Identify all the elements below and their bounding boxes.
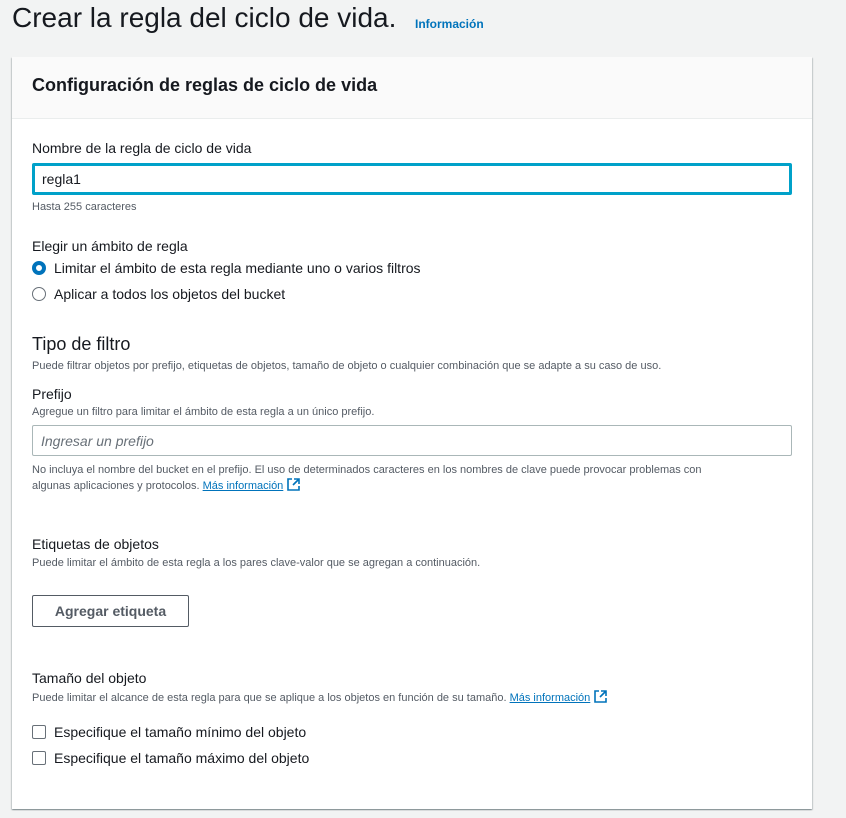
page-title: Crear la regla del ciclo de vida. (12, 2, 397, 33)
min-size-checkbox[interactable] (32, 725, 46, 739)
lifecycle-rule-config-panel: Configuración de reglas de ciclo de vida… (12, 57, 812, 809)
radio-button-selected[interactable] (32, 261, 46, 275)
panel-title: Configuración de reglas de ciclo de vida (32, 75, 378, 95)
scope-label: Elegir un ámbito de regla (32, 238, 188, 254)
rule-name-hint: Hasta 255 caracteres (32, 201, 137, 213)
add-tag-button[interactable]: Agregar etiqueta (32, 595, 189, 627)
size-description-text: Puede limitar el alcance de esta regla p… (32, 692, 507, 704)
prefix-warning-line1: No incluya el nombre del bucket en el pr… (32, 464, 702, 476)
scope-option-label: Limitar el ámbito de esta regla mediante… (54, 260, 421, 276)
max-size-label: Especifique el tamaño máximo del objeto (54, 750, 310, 766)
filter-type-description: Puede filtrar objetos por prefijo, etiqu… (32, 360, 662, 372)
size-more-info-link[interactable]: Más información (510, 692, 591, 704)
external-link-icon[interactable] (594, 690, 608, 703)
tags-description: Puede limitar el ámbito de esta regla a … (32, 557, 481, 569)
rule-name-label: Nombre de la regla de ciclo de vida (32, 140, 252, 156)
size-description: Puede limitar el alcance de esta regla p… (32, 690, 608, 704)
scope-option-all-objects[interactable]: Aplicar a todos los objetos del bucket (32, 286, 285, 302)
min-size-option[interactable]: Especifique el tamaño mínimo del objeto (32, 724, 306, 740)
prefix-warning-line2: algunas aplicaciones y protocolos. (32, 480, 200, 492)
prefix-warning: No incluya el nombre del bucket en el pr… (32, 462, 802, 494)
scope-option-filters[interactable]: Limitar el ámbito de esta regla mediante… (32, 260, 421, 276)
prefix-more-info-link[interactable]: Más información (203, 480, 284, 492)
panel-header: Configuración de reglas de ciclo de vida (12, 57, 812, 119)
external-link-icon[interactable] (287, 478, 301, 491)
prefix-description: Agregue un filtro para limitar el ámbito… (32, 406, 375, 418)
scope-option-label: Aplicar a todos los objetos del bucket (54, 286, 286, 302)
max-size-option[interactable]: Especifique el tamaño máximo del objeto (32, 750, 309, 766)
rule-name-input[interactable] (32, 163, 792, 195)
prefix-input[interactable] (32, 425, 792, 456)
radio-button[interactable] (32, 287, 46, 301)
info-link[interactable]: Información (415, 17, 484, 31)
size-label: Tamaño del objeto (32, 670, 147, 686)
prefix-label: Prefijo (32, 386, 72, 402)
min-size-label: Especifique el tamaño mínimo del objeto (54, 724, 307, 740)
filter-type-title: Tipo de filtro (32, 334, 131, 354)
max-size-checkbox[interactable] (32, 751, 46, 765)
tags-label: Etiquetas de objetos (32, 536, 159, 552)
